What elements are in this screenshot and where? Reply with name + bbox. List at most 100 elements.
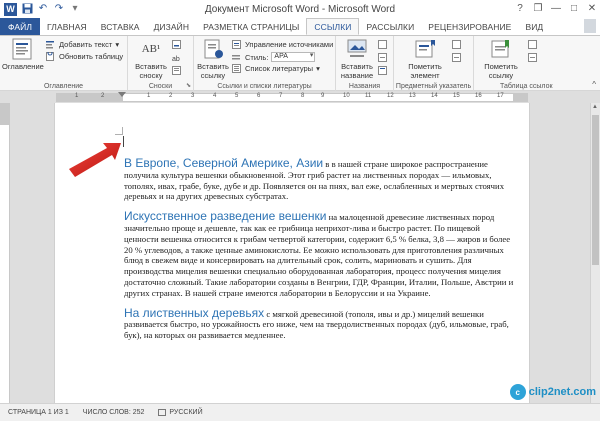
maximize-button[interactable]: □ <box>568 3 580 15</box>
ruler-number: 6 <box>257 93 261 99</box>
mark-citation-button[interactable]: Пометить ссылку <box>478 38 524 80</box>
chevron-down-icon: ▾ <box>316 64 320 73</box>
group-captions: Вставить название Названия <box>336 36 394 91</box>
footnote-small-buttons: ab <box>172 40 182 75</box>
group-label-index: Предметный указатель <box>395 83 472 90</box>
group-footnotes: AB¹ Вставить сноску ab Сноски ⬊ <box>128 36 194 91</box>
status-proofing[interactable]: РУССКИЙ <box>158 409 203 416</box>
insert-table-of-figures-icon[interactable] <box>378 40 388 49</box>
ruler-right-margin <box>513 94 527 101</box>
add-text-button[interactable]: Добавить текст ▾ <box>46 40 119 49</box>
insert-footnote-button[interactable]: AB¹ Вставить сноску <box>134 38 168 80</box>
citation-icon <box>201 38 225 60</box>
manage-sources-label: Управление источниками <box>245 40 334 49</box>
ruler-number: 13 <box>409 93 416 99</box>
group-table-of-authorities: Пометить ссылку Таблица ссылок ^ <box>474 36 600 91</box>
vertical-ruler-top-margin <box>0 103 9 125</box>
group-label-citations: Ссылки и списки литературы <box>217 83 312 90</box>
scrollbar-thumb[interactable] <box>592 115 599 265</box>
tab-mailings[interactable]: РАССЫЛКИ <box>359 18 421 35</box>
tab-review[interactable]: РЕЦЕНЗИРОВАНИЕ <box>421 18 518 35</box>
first-line-indent-marker[interactable] <box>118 92 126 97</box>
redo-icon[interactable]: ↷ <box>53 3 65 15</box>
group-label-toc: Оглавление <box>43 83 84 90</box>
insert-caption-button[interactable]: Вставить название <box>340 38 374 80</box>
cross-reference-icon[interactable] <box>378 66 388 75</box>
vertical-scrollbar[interactable]: ▲ <box>590 103 600 403</box>
page-count-label: СТРАНИЦА 1 ИЗ 1 <box>8 409 69 416</box>
footnote-icon: AB¹ <box>141 43 161 55</box>
ruler-number: 14 <box>431 93 438 99</box>
status-words[interactable]: ЧИСЛО СЛОВ: 252 <box>83 409 145 416</box>
insert-caption-label-2: название <box>340 71 374 80</box>
ruler-number: 10 <box>343 93 350 99</box>
tab-insert[interactable]: ВСТАВКА <box>94 18 147 35</box>
ribbon-tabs: ФАЙЛ ГЛАВНАЯ ВСТАВКА ДИЗАЙН РАЗМЕТКА СТР… <box>0 18 600 35</box>
tab-references[interactable]: ССЫЛКИ <box>306 18 360 35</box>
show-notes-icon[interactable] <box>172 66 182 75</box>
customize-qat-icon[interactable]: ▾ <box>69 3 81 15</box>
horizontal-ruler-row: 1 2 1 2 3 4 5 6 7 8 9 10 11 12 13 14 15 … <box>0 92 600 103</box>
text-cursor <box>123 136 124 147</box>
tab-view[interactable]: ВИД <box>518 18 550 35</box>
update-toa-icon[interactable] <box>528 53 538 62</box>
update-index-icon[interactable] <box>452 53 462 62</box>
style-selector[interactable]: Стиль: APA <box>232 52 316 62</box>
help-button[interactable]: ? <box>514 3 526 15</box>
save-icon[interactable] <box>21 3 33 15</box>
ruler-number: 16 <box>475 93 482 99</box>
tab-page-layout[interactable]: РАЗМЕТКА СТРАНИЦЫ <box>196 18 306 35</box>
tab-design[interactable]: ДИЗАЙН <box>147 18 197 35</box>
mark-entry-label-2: элемент <box>410 71 440 80</box>
insert-citation-button[interactable]: Вставить ссылку <box>196 38 230 80</box>
update-table-label: Обновить таблицу <box>59 52 124 61</box>
tab-file[interactable]: ФАЙЛ <box>0 18 41 35</box>
status-page[interactable]: СТРАНИЦА 1 ИЗ 1 <box>8 409 69 416</box>
close-button[interactable]: ✕ <box>586 3 598 15</box>
toc-button-label: Оглавление <box>2 62 44 71</box>
tab-home[interactable]: ГЛАВНАЯ <box>40 18 94 35</box>
next-footnote-icon[interactable]: ab <box>172 53 182 63</box>
undo-icon[interactable]: ↶ <box>37 3 49 15</box>
word-count-label: ЧИСЛО СЛОВ: 252 <box>82 409 145 416</box>
document-page[interactable]: В Европе, Северной Америке, Азии в в наш… <box>54 103 530 403</box>
refresh-icon <box>46 50 56 61</box>
insert-toa-icon[interactable] <box>528 40 538 49</box>
bibliography-icon <box>232 64 242 73</box>
insert-index-icon[interactable] <box>452 40 462 49</box>
horizontal-ruler[interactable]: 1 2 1 2 3 4 5 6 7 8 9 10 11 12 13 14 15 … <box>56 93 528 102</box>
insert-citation-label-1: Вставить <box>197 62 229 71</box>
style-dropdown[interactable]: APA <box>271 52 316 62</box>
caption-small-buttons <box>378 40 388 75</box>
toc-button[interactable]: Оглавление <box>2 38 44 71</box>
clip2net-text: clip2net.com <box>528 386 596 398</box>
manage-sources-button[interactable]: Управление источниками <box>232 40 333 49</box>
ruler-number: 2 <box>101 93 105 99</box>
ruler-number: 2 <box>169 93 173 99</box>
document-body[interactable]: В Европе, Северной Америке, Азии в в наш… <box>124 157 516 350</box>
ribbon-display-options-button[interactable]: ❐ <box>532 3 544 15</box>
vertical-ruler[interactable] <box>0 103 10 403</box>
word-logo-icon[interactable]: W <box>4 2 17 16</box>
proofing-icon <box>158 409 167 416</box>
collapse-ribbon-icon[interactable]: ^ <box>592 80 596 89</box>
insert-endnote-icon[interactable] <box>172 40 182 49</box>
mark-citation-icon <box>489 38 513 60</box>
mark-entry-icon <box>413 38 437 60</box>
group-label-footnotes: Сноски <box>148 83 173 90</box>
language-label: РУССКИЙ <box>169 409 203 416</box>
update-table-button[interactable]: Обновить таблицу <box>46 50 124 61</box>
avatar[interactable] <box>584 19 596 33</box>
bibliography-button[interactable]: Список литературы ▾ <box>232 64 320 73</box>
ribbon-references: Оглавление Добавить текст ▾ Обновить таб… <box>0 35 600 91</box>
scroll-up-icon[interactable]: ▲ <box>592 104 598 110</box>
insert-footnote-label-1: Вставить <box>135 62 167 71</box>
mark-entry-button[interactable]: Пометить элемент <box>402 38 448 80</box>
ruler-number: 8 <box>301 93 305 99</box>
minimize-button[interactable]: — <box>550 3 562 15</box>
ruler-number: 5 <box>235 93 239 99</box>
footnotes-launcher-icon[interactable]: ⬊ <box>186 82 191 89</box>
group-citations: Вставить ссылку Управление источниками С… <box>194 36 336 91</box>
update-table-icon[interactable] <box>378 53 388 62</box>
style-icon <box>232 53 242 62</box>
